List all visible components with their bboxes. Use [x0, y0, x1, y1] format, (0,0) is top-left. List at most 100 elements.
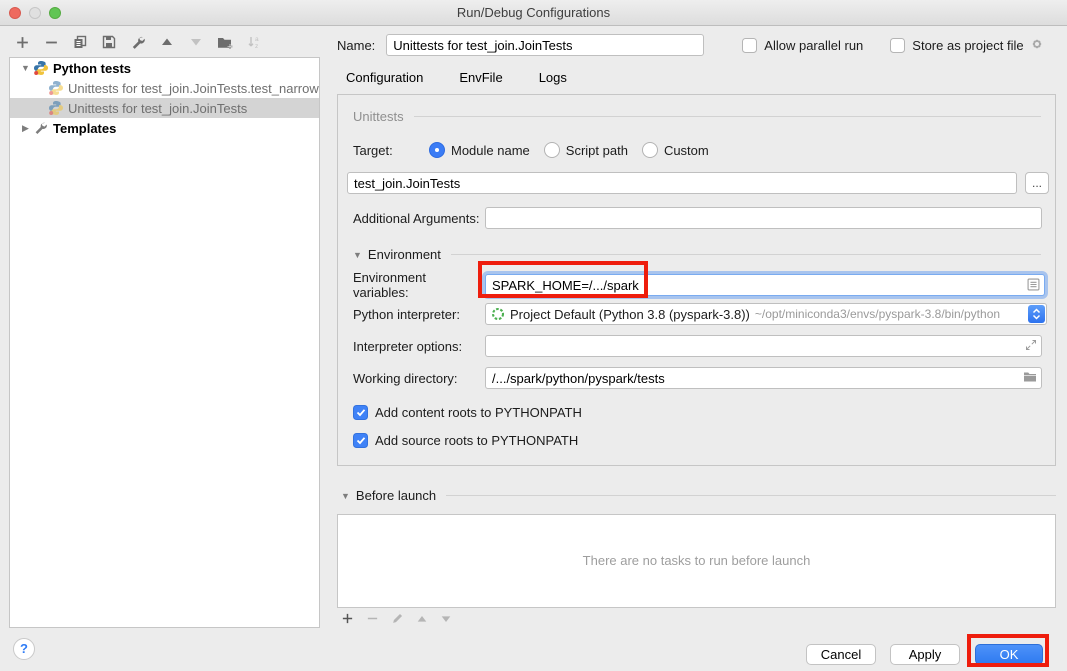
target-label: Target:	[353, 143, 415, 158]
before-launch-section-header: ▼ Before launch	[341, 488, 1056, 503]
env-vars-list-icon[interactable]	[1027, 278, 1040, 294]
working-directory-row: Working directory:	[353, 367, 1042, 389]
radio-custom[interactable]	[642, 142, 658, 158]
name-input[interactable]	[386, 34, 704, 56]
svg-text:z: z	[255, 43, 258, 50]
content-roots-label: Add content roots to PYTHONPATH	[375, 405, 582, 420]
tree-item-label: Templates	[53, 121, 116, 136]
python-interpreter-select[interactable]: Project Default (Python 3.8 (pyspark-3.8…	[485, 303, 1047, 325]
remove-icon[interactable]	[42, 33, 60, 51]
checkbox-unchecked[interactable]	[742, 38, 757, 53]
python-test-icon	[48, 80, 64, 96]
tab-configuration[interactable]: Configuration	[346, 66, 423, 93]
python-interpreter-label: Python interpreter:	[353, 307, 485, 322]
edit-task-pencil-icon[interactable]	[391, 612, 404, 628]
tree-item-label: Python tests	[53, 61, 131, 76]
remove-task-icon[interactable]	[366, 612, 379, 628]
configuration-panel: Unittests Target: Module name Script pat…	[337, 94, 1056, 466]
move-up-icon[interactable]	[158, 33, 176, 51]
radio-module-name[interactable]	[429, 142, 445, 158]
python-interpreter-row: Python interpreter: Project Default (Pyt…	[353, 303, 1047, 325]
python-test-icon	[48, 100, 64, 116]
chevron-down-icon[interactable]: ▼	[20, 63, 31, 73]
name-label: Name:	[337, 38, 375, 53]
python-interpreter-path: ~/opt/miniconda3/envs/pyspark-3.8/bin/py…	[755, 307, 1000, 321]
source-roots-label: Add source roots to PYTHONPATH	[375, 433, 578, 448]
environment-section-label: Environment	[368, 247, 441, 262]
environment-section-header: ▼ Environment	[353, 247, 1041, 262]
checkbox-unchecked[interactable]	[890, 38, 905, 53]
additional-arguments-row: Additional Arguments:	[353, 207, 1042, 229]
tab-logs[interactable]: Logs	[539, 66, 567, 93]
cancel-button[interactable]: Cancel	[806, 644, 876, 665]
content-roots-checkbox[interactable]: Add content roots to PYTHONPATH	[353, 405, 582, 420]
add-task-icon[interactable]	[341, 612, 354, 628]
chevron-down-icon[interactable]: ▼	[353, 250, 362, 260]
radio-script-path-label: Script path	[566, 143, 628, 158]
allow-parallel-run-label: Allow parallel run	[764, 38, 863, 53]
save-icon[interactable]	[100, 33, 118, 51]
working-directory-label: Working directory:	[353, 371, 485, 386]
configurations-tree: ▼ Python tests Unittests for test_join.J…	[9, 57, 320, 628]
source-roots-checkbox[interactable]: Add source roots to PYTHONPATH	[353, 433, 578, 448]
before-launch-task-list: There are no tasks to run before launch	[337, 514, 1056, 608]
window-title: Run/Debug Configurations	[0, 5, 1067, 20]
interpreter-options-label: Interpreter options:	[353, 339, 485, 354]
working-directory-input[interactable]	[485, 367, 1042, 389]
name-row: Name: Allow parallel run Store as projec…	[337, 34, 1044, 56]
new-folder-icon[interactable]	[216, 33, 234, 51]
module-name-row: ...	[347, 172, 1049, 194]
environment-variables-input[interactable]	[485, 274, 1045, 296]
checkbox-checked[interactable]	[353, 433, 368, 448]
tab-envfile[interactable]: EnvFile	[459, 66, 502, 93]
copy-icon[interactable]	[71, 33, 89, 51]
radio-custom-label: Custom	[664, 143, 709, 158]
additional-arguments-input[interactable]	[485, 207, 1042, 229]
tree-item-templates[interactable]: ▶ Templates	[10, 118, 319, 138]
title-bar: Run/Debug Configurations	[0, 0, 1067, 26]
chevron-down-icon[interactable]: ▼	[341, 491, 350, 501]
checkbox-checked[interactable]	[353, 405, 368, 420]
folder-icon[interactable]	[1023, 371, 1037, 386]
radio-module-name-label: Module name	[451, 143, 530, 158]
select-stepper-icon[interactable]	[1028, 305, 1045, 323]
store-as-project-file-label: Store as project file	[912, 38, 1023, 53]
move-down-icon[interactable]	[187, 33, 205, 51]
before-launch-empty-text: There are no tasks to run before launch	[338, 553, 1055, 568]
before-launch-label: Before launch	[356, 488, 436, 503]
edit-defaults-wrench-icon[interactable]	[129, 33, 147, 51]
chevron-right-icon[interactable]: ▶	[20, 123, 31, 134]
tree-item-test-narrow[interactable]: Unittests for test_join.JoinTests.test_n…	[10, 78, 319, 98]
module-name-input[interactable]	[347, 172, 1017, 194]
python-tests-icon	[33, 60, 49, 76]
ok-button[interactable]: OK	[975, 644, 1043, 665]
unittests-section-label: Unittests	[353, 109, 404, 124]
task-up-icon[interactable]	[416, 613, 428, 628]
svg-text:a: a	[255, 36, 259, 43]
sort-alphabetically-icon[interactable]: az	[245, 33, 263, 51]
interpreter-options-input[interactable]	[485, 335, 1042, 357]
environment-variables-label: Environment variables:	[353, 270, 485, 300]
allow-parallel-run-checkbox[interactable]: Allow parallel run	[742, 38, 863, 53]
tree-item-python-tests[interactable]: ▼ Python tests	[10, 58, 319, 78]
interpreter-options-row: Interpreter options:	[353, 335, 1042, 357]
before-launch-toolbar	[341, 611, 452, 629]
tree-item-label: Unittests for test_join.JoinTests	[68, 101, 247, 116]
store-as-project-file-checkbox[interactable]: Store as project file	[890, 38, 1023, 53]
gear-icon[interactable]	[1030, 37, 1044, 54]
tree-item-label: Unittests for test_join.JoinTests.test_n…	[68, 81, 319, 96]
python-interpreter-value: Project Default (Python 3.8 (pyspark-3.8…	[510, 307, 750, 322]
apply-button[interactable]: Apply	[890, 644, 960, 665]
tree-item-jointests-selected[interactable]: Unittests for test_join.JoinTests	[10, 98, 319, 118]
expand-icon[interactable]	[1025, 339, 1037, 354]
environment-variables-row: Environment variables:	[353, 270, 1045, 300]
radio-script-path[interactable]	[544, 142, 560, 158]
add-icon[interactable]	[13, 33, 31, 51]
templates-wrench-icon	[33, 120, 49, 136]
task-down-icon[interactable]	[440, 613, 452, 628]
additional-arguments-label: Additional Arguments:	[353, 211, 485, 226]
target-row: Target: Module name Script path Custom	[353, 140, 723, 160]
browse-button[interactable]: ...	[1025, 172, 1049, 194]
config-tabs: Configuration EnvFile Logs	[337, 66, 567, 93]
help-button[interactable]: ?	[13, 638, 35, 660]
